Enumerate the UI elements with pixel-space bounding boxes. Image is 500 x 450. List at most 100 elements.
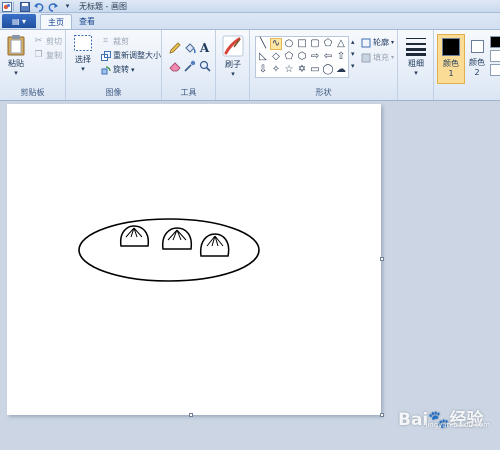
shapes-gallery: ╲ ∿ ○ □ ▢ ⬠ △ ◺ ◇ ⬠ ⬡ ⇨ ⇦ ⇧ ⇩ ✧ ☆ ✡ ▭ ◯ … [255,36,349,78]
save-icon[interactable] [19,1,30,12]
select-button[interactable]: 选择 ▾ [70,34,96,73]
brushes-button[interactable]: 刷子 ▾ [220,35,246,78]
shapes-scroll-down-icon[interactable]: ▾ [351,50,355,58]
bun-2 [161,227,193,250]
tab-view[interactable]: 查看 [72,14,102,29]
color-picker-icon[interactable] [182,58,197,73]
ribbon-tab-row: ▤ ▾ 主页 查看 [0,13,500,29]
title-bar: ▾ 无标题 - 画图 [0,0,500,13]
copy-icon: ❐ [34,50,43,60]
six-point-star-shape-icon[interactable]: ✡ [296,64,308,76]
eraser-icon[interactable] [167,58,182,73]
brush-icon [222,35,244,59]
resize-label: 重新调整大小 [113,51,161,60]
paint-menu-button[interactable]: ▤ ▾ [2,14,36,28]
image-group: 选择 ▾ ⌗ 裁剪 重新调整大小 旋转 ▾ 图像 [66,30,162,100]
diamond-shape-icon[interactable]: ◇ [270,51,282,63]
up-arrow-shape-icon[interactable]: ⇧ [335,51,347,63]
paint-app-icon[interactable] [1,1,12,12]
copy-label: 复制 [46,51,62,60]
rotate-button[interactable]: 旋转 ▾ [100,64,135,75]
resize-icon [100,50,111,61]
crop-label: 裁剪 [113,37,129,46]
outline-icon [360,37,371,48]
palette-white[interactable] [490,50,500,62]
cloud-callout-shape-icon[interactable]: ☁ [335,64,347,76]
undo-icon[interactable] [33,1,44,12]
palette-empty[interactable] [490,64,500,76]
hexagon-shape-icon[interactable]: ⬡ [296,51,308,63]
rotate-icon [100,64,111,75]
text-icon[interactable]: A [197,40,212,55]
redo-icon[interactable] [47,1,58,12]
crop-button[interactable]: ⌗ 裁剪 [100,36,129,47]
size-dropdown-icon: ▾ [414,69,418,77]
oval-shape-icon[interactable]: ○ [283,38,295,50]
customize-icon[interactable]: ▾ [62,1,73,12]
brushes-dropdown-icon: ▾ [231,70,235,78]
scissors-icon: ✂ [34,36,43,46]
palette-black[interactable] [490,36,500,48]
line-shape-icon[interactable]: ╲ [257,38,269,50]
color2-swatch [470,40,484,53]
four-point-star-shape-icon[interactable]: ✧ [270,64,282,76]
right-arrow-shape-icon[interactable]: ⇨ [309,51,321,63]
outline-dropdown-icon: ▾ [391,39,395,46]
baidu-jingyan-watermark: Bai🐾经验 jingyan.baidu.com [376,402,494,432]
bun-1 [119,225,150,247]
resize-button[interactable]: 重新调整大小 [100,50,161,61]
rotate-label: 旋转 [113,65,129,74]
fill-shape-icon [360,52,371,63]
magnifier-icon[interactable] [197,58,212,73]
polygon-shape-icon[interactable]: ⬠ [322,38,334,50]
rectangle-shape-icon[interactable]: □ [296,38,308,50]
shapes-group-label: 形状 [315,88,332,97]
color1-button[interactable]: 颜色 1 [437,34,465,84]
rotate-dropdown-icon: ▾ [131,65,135,74]
fill-shape-button[interactable]: 填充 ▾ [360,52,394,63]
paste-button[interactable]: 粘贴 ▾ [4,34,28,77]
select-rectangle-icon [73,34,93,54]
canvas-drawing [78,218,260,282]
shapes-group: ╲ ∿ ○ □ ▢ ⬠ △ ◺ ◇ ⬠ ⬡ ⇨ ⇦ ⇧ ⇩ ✧ ☆ ✡ ▭ ◯ … [250,30,398,100]
triangle-shape-icon[interactable]: △ [335,38,347,50]
shapes-scroll-up-icon[interactable]: ▴ [351,38,355,46]
clipboard-group-label: 剪贴板 [20,88,45,97]
drawing-canvas[interactable] [7,104,381,415]
resize-handle-bottom[interactable] [189,413,193,417]
oval-callout-shape-icon[interactable]: ◯ [322,64,334,76]
size-group: 粗细 ▾ [398,30,434,100]
down-arrow-shape-icon[interactable]: ⇩ [257,64,269,76]
paste-label: 粘贴 [8,59,24,68]
rounded-callout-shape-icon[interactable]: ▭ [309,64,321,76]
tab-home[interactable]: 主页 [40,14,72,29]
select-dropdown-icon: ▾ [81,65,85,73]
paste-dropdown-icon: ▾ [14,69,18,77]
clipboard-group: 粘贴 ▾ ✂ 剪切 ❐ 复制 剪贴板 [0,30,66,100]
color2-label: 颜色 2 [469,58,485,77]
copy-button[interactable]: ❐ 复制 [33,50,62,61]
right-triangle-shape-icon[interactable]: ◺ [257,51,269,63]
color1-label: 颜色 1 [443,59,459,78]
left-arrow-shape-icon[interactable]: ⇦ [322,51,334,63]
cut-button[interactable]: ✂ 剪切 [33,36,62,47]
tools-group: A 工具 [162,30,216,100]
window-title: 无标题 - 画图 [79,2,127,11]
shapes-expand-icon[interactable]: ▾ [351,62,355,70]
rounded-rectangle-shape-icon[interactable]: ▢ [309,38,321,50]
crop-icon: ⌗ [102,36,109,46]
outline-label: 轮廓 [373,38,389,47]
fill-icon[interactable] [182,40,197,55]
five-point-star-shape-icon[interactable]: ☆ [283,64,295,76]
outline-button[interactable]: 轮廓 ▾ [360,37,394,48]
curve-shape-icon[interactable]: ∿ [270,38,282,50]
resize-handle-right[interactable] [380,257,384,261]
color2-button[interactable]: 颜色 2 [466,34,488,84]
select-label: 选择 [75,55,91,64]
color1-swatch [442,38,460,56]
size-button[interactable]: 粗细 ▾ [403,36,429,77]
pencil-icon[interactable] [167,40,182,55]
watermark-url: jingyan.baidu.com [425,421,490,429]
pentagon-shape-icon[interactable]: ⬠ [283,51,295,63]
plate-ellipse [78,218,260,282]
